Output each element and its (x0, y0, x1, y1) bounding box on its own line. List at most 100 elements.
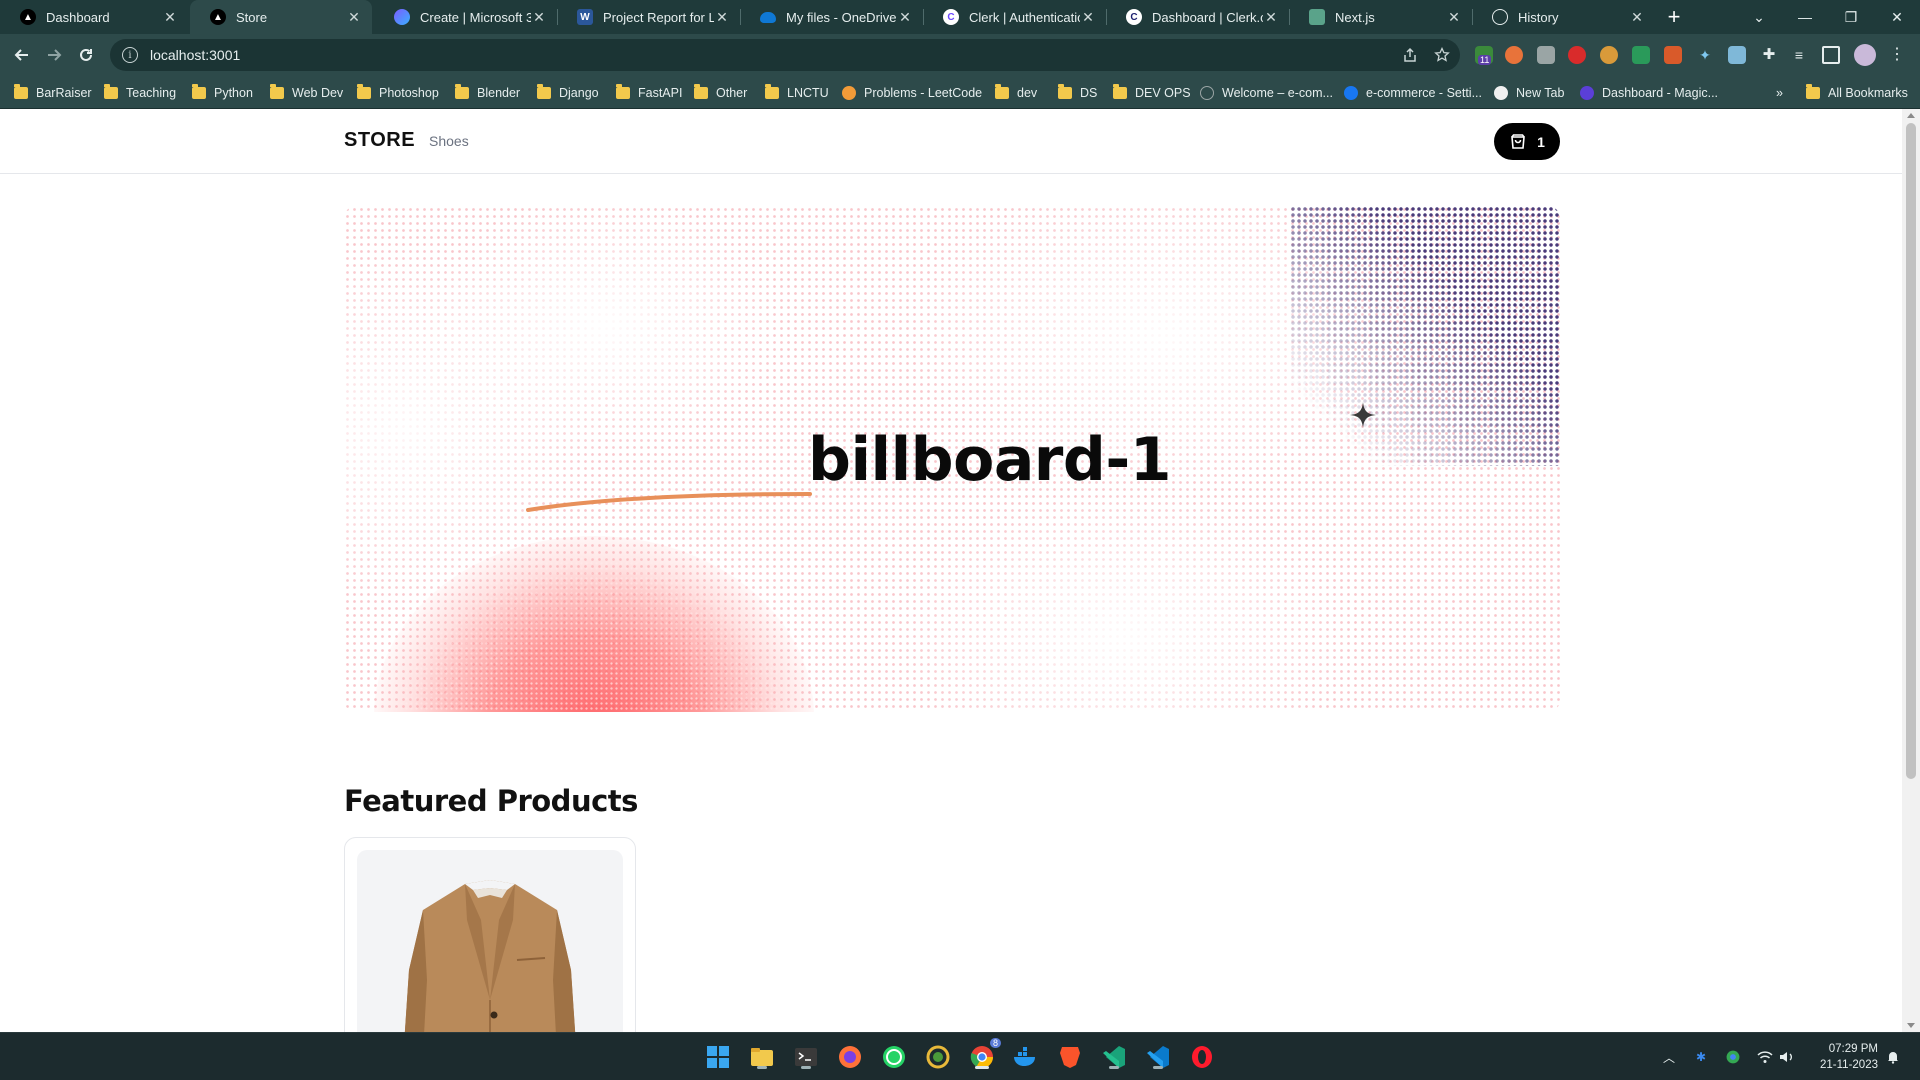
tab-microsoft-365[interactable]: Create | Microsoft 365 ✕ (374, 0, 557, 34)
bookmark-folder[interactable]: DEV OPS (1113, 84, 1191, 102)
volume-icon[interactable] (1778, 1048, 1796, 1066)
bookmark-folder[interactable]: BarRaiser (14, 84, 92, 102)
bookmark-label: LNCTU (787, 86, 829, 100)
bookmark-star-icon[interactable] (1434, 47, 1450, 63)
forward-icon[interactable] (40, 41, 68, 69)
side-panel-icon[interactable] (1822, 46, 1840, 64)
nav-link-shoes[interactable]: Shoes (429, 133, 469, 149)
product-card[interactable] (344, 837, 636, 1032)
cart-button[interactable]: 1 (1494, 123, 1560, 160)
bookmark-link[interactable]: New Tab (1494, 84, 1564, 102)
wifi-icon[interactable] (1756, 1048, 1774, 1066)
bookmark-folder[interactable]: Other (694, 84, 747, 102)
bookmark-folder[interactable]: Teaching (104, 84, 176, 102)
bookmark-folder[interactable]: LNCTU (765, 84, 829, 102)
system-clock[interactable]: 07:29 PM 21-11-2023 (1808, 1041, 1878, 1073)
tab-dashboard[interactable]: ▲ Dashboard ✕ (0, 0, 188, 34)
new-tab-button[interactable]: + (1661, 4, 1687, 30)
extension-badge-icon[interactable]: 11 (1475, 46, 1493, 65)
firefox-icon[interactable] (835, 1042, 865, 1072)
tab-clerk-auth[interactable]: C Clerk | Authentication ✕ (923, 0, 1106, 34)
address-bar[interactable]: i localhost:3001 (110, 39, 1460, 71)
bookmark-link[interactable]: Problems - LeetCode (842, 84, 982, 102)
tab-history[interactable]: History ✕ (1472, 0, 1655, 34)
scroll-down-icon[interactable] (1907, 1023, 1915, 1028)
close-icon[interactable]: ✕ (346, 9, 362, 26)
scroll-up-icon[interactable] (1907, 113, 1915, 118)
back-icon[interactable] (8, 41, 36, 69)
menu-kebab-icon[interactable]: ⋮ (1888, 46, 1906, 64)
tab-nextjs[interactable]: Next.js ✕ (1289, 0, 1472, 34)
close-icon[interactable]: ✕ (531, 9, 547, 26)
extension-green-icon[interactable] (1632, 46, 1650, 64)
bookmark-label: e-commerce - Setti... (1366, 86, 1482, 100)
bookmark-link[interactable]: Welcome – e-com... (1200, 84, 1333, 102)
brave-icon[interactable] (1055, 1042, 1085, 1072)
folder-icon (765, 84, 779, 99)
windows-taskbar: 8 ︿ ✱ 07:29 PM 21-11-2023 (0, 1032, 1920, 1080)
bookmark-folder[interactable]: Python (192, 84, 253, 102)
terminal-icon[interactable] (791, 1042, 821, 1072)
restore-icon[interactable]: ❐ (1828, 0, 1874, 34)
notification-bell-icon[interactable] (1884, 1048, 1902, 1066)
extension-cookie-icon[interactable] (1600, 46, 1618, 64)
bookmark-folder[interactable]: DS (1058, 84, 1097, 102)
file-explorer-icon[interactable] (747, 1042, 777, 1072)
reading-list-icon[interactable]: ≡ (1790, 46, 1808, 64)
close-icon[interactable]: ✕ (1263, 9, 1279, 26)
bookmark-folder[interactable]: Django (537, 84, 599, 102)
chrome-icon[interactable]: 8 (967, 1038, 1001, 1072)
docker-icon[interactable] (1011, 1042, 1041, 1072)
bookmark-folder[interactable]: Web Dev (270, 84, 343, 102)
close-icon[interactable]: ✕ (714, 9, 730, 26)
extension-fire-icon[interactable] (1505, 46, 1523, 64)
bookmark-label: Dashboard - Magic... (1602, 86, 1719, 100)
tab-clerk-dashboard[interactable]: C Dashboard | Clerk.com ✕ (1106, 0, 1289, 34)
extension-off-icon[interactable] (1664, 46, 1682, 64)
bookmark-link[interactable]: Dashboard - Magic... (1580, 84, 1718, 102)
extensions-puzzle-icon[interactable]: ✚ (1760, 46, 1778, 64)
close-icon[interactable]: ✕ (1629, 9, 1645, 26)
all-bookmarks[interactable]: All Bookmarks (1806, 84, 1908, 102)
tab-search-icon[interactable]: ⌄ (1736, 0, 1782, 34)
show-hidden-icons-icon[interactable]: ︿ (1660, 1048, 1678, 1066)
tab-title: Create | Microsoft 365 (420, 9, 531, 25)
bluetooth-icon[interactable]: ✱ (1692, 1048, 1710, 1066)
app-swirl-icon[interactable] (923, 1042, 953, 1072)
bookmarks-overflow-button[interactable]: » (1776, 84, 1783, 102)
whatsapp-icon[interactable] (879, 1042, 909, 1072)
close-icon[interactable]: ✕ (162, 9, 178, 26)
chrome-tray-icon[interactable] (1724, 1048, 1742, 1066)
extension-sparkle-icon[interactable]: ✦ (1696, 46, 1714, 64)
opera-icon[interactable] (1187, 1042, 1217, 1072)
extension-image-icon[interactable] (1728, 46, 1746, 64)
site-info-icon[interactable]: i (122, 47, 138, 63)
bookmark-folder[interactable]: FastAPI (616, 84, 682, 102)
tab-store[interactable]: ▲ Store ✕ (190, 0, 372, 34)
tab-onedrive[interactable]: My files - OneDrive ✕ (740, 0, 923, 34)
vscode-icon[interactable] (1143, 1042, 1173, 1072)
close-window-icon[interactable]: ✕ (1874, 0, 1920, 34)
extension-red-icon[interactable] (1568, 46, 1586, 64)
close-icon[interactable]: ✕ (897, 9, 913, 26)
bookmark-folder[interactable]: Blender (455, 84, 520, 102)
scrollbar-thumb[interactable] (1906, 123, 1916, 779)
close-icon[interactable]: ✕ (1080, 9, 1096, 26)
store-page: STORE Shoes 1 billboard-1 Featured Produ… (0, 109, 1902, 1032)
reload-icon[interactable] (72, 41, 100, 69)
share-icon[interactable] (1402, 47, 1418, 63)
page-scrollbar[interactable] (1902, 109, 1920, 1032)
minimize-icon[interactable]: — (1782, 0, 1828, 34)
vscode-insiders-icon[interactable] (1099, 1042, 1129, 1072)
profile-avatar[interactable] (1854, 44, 1876, 66)
bookmark-folder[interactable]: Photoshop (357, 84, 439, 102)
close-icon[interactable]: ✕ (1446, 9, 1462, 26)
product-image[interactable] (357, 850, 623, 1032)
history-icon (1492, 9, 1508, 25)
bookmark-folder[interactable]: dev (995, 84, 1037, 102)
extension-grey-icon[interactable] (1537, 46, 1555, 64)
windows-start-icon[interactable] (703, 1042, 733, 1072)
bookmark-link[interactable]: e-commerce - Setti... (1344, 84, 1482, 102)
tab-project-report[interactable]: W Project Report for LNCTU ✕ (557, 0, 740, 34)
store-logo[interactable]: STORE (344, 129, 415, 152)
